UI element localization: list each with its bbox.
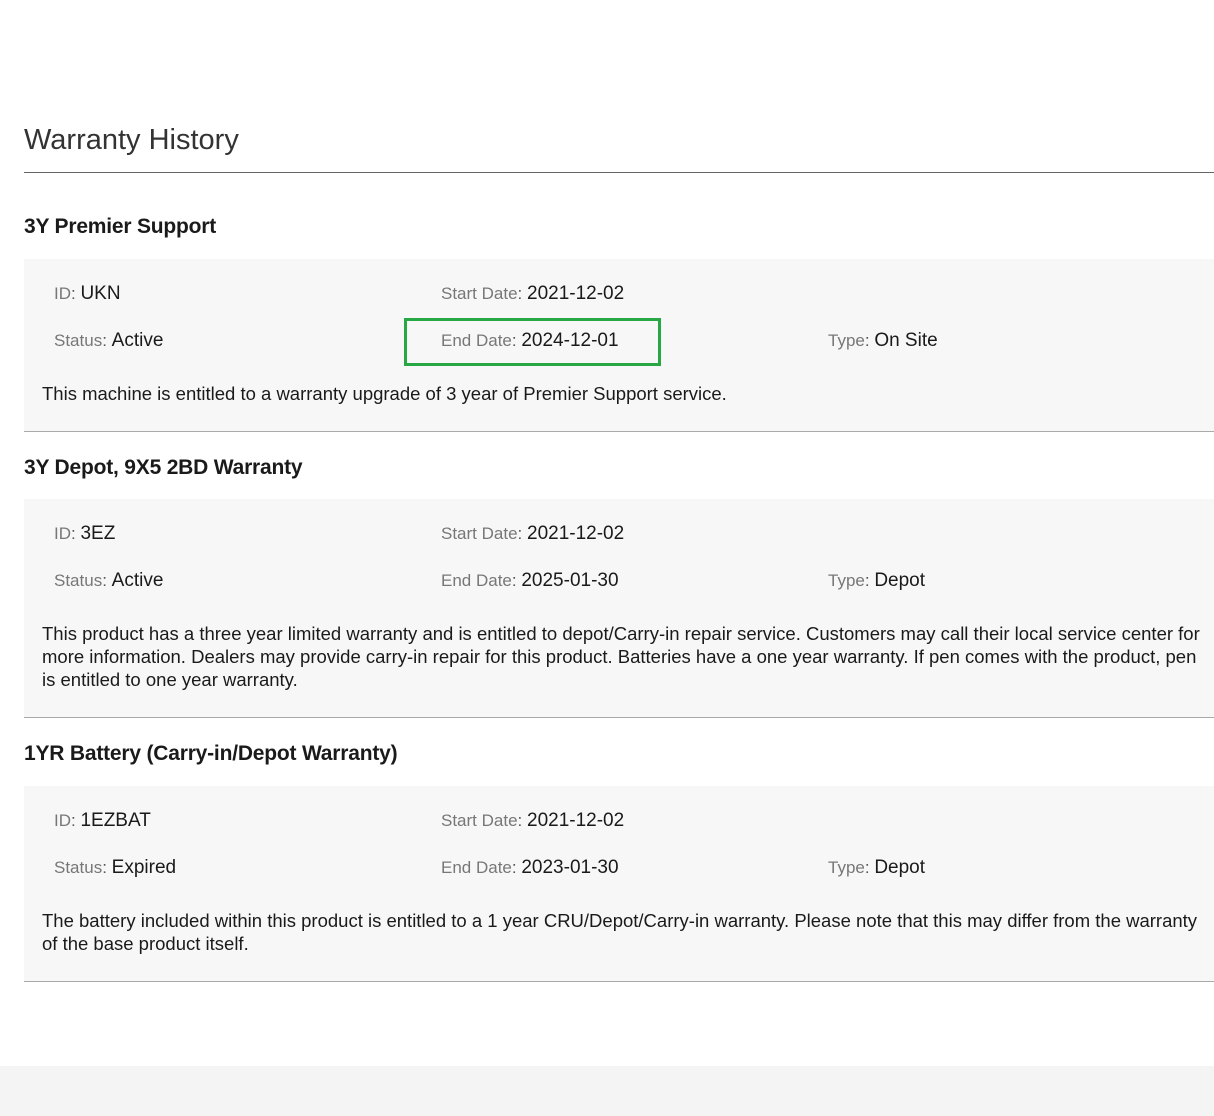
separator: : [864, 858, 875, 877]
id-value: 3EZ [80, 523, 116, 544]
status-label: Status [54, 331, 103, 350]
end-date-field: End Date: 2025-01-30 [441, 568, 619, 594]
type-label: Type [828, 858, 865, 877]
warranty-description: This product has a three year limited wa… [42, 623, 1200, 690]
footer-band [0, 1066, 1214, 1116]
end-date-label: End Date [441, 331, 512, 350]
type-value: Depot [874, 857, 926, 878]
status-value: Active [111, 570, 164, 591]
status-field: Status: Active [54, 568, 163, 594]
separator: : [517, 284, 527, 303]
status-value: Expired [111, 857, 177, 878]
status-field: Status: Expired [54, 855, 176, 881]
start-date-label: Start Date [441, 284, 518, 303]
id-value: UKN [80, 283, 121, 304]
separator: : [517, 811, 527, 830]
type-label: Type [828, 331, 865, 350]
start-date-field: Start Date: 2021-12-02 [441, 808, 624, 834]
title-divider [24, 172, 1214, 173]
type-field: Type: Depot [828, 568, 925, 594]
warranty-title: 1YR Battery (Carry-in/Depot Warranty) [24, 742, 398, 765]
end-date-field: End Date: 2023-01-30 [441, 855, 619, 881]
end-date-field: End Date: 2024-12-01 [441, 328, 619, 354]
separator: : [102, 858, 112, 877]
id-value: 1EZBAT [80, 810, 151, 831]
status-field: Status: Active [54, 328, 163, 354]
type-label: Type [828, 571, 865, 590]
end-date-value: 2024-12-01 [521, 330, 619, 351]
warranty-id-field: ID: 1EZBAT [54, 808, 151, 834]
warranty-details-panel: ID: 1EZBAT Start Date: 2021-12-02 Status… [24, 786, 1214, 981]
separator: : [864, 331, 875, 350]
separator: : [511, 571, 522, 590]
separator: : [102, 331, 112, 350]
end-date-label: End Date [441, 858, 512, 877]
status-value: Active [111, 330, 164, 351]
warranty-title: 3Y Depot, 9X5 2BD Warranty [24, 456, 303, 479]
start-date-field: Start Date: 2021-12-02 [441, 521, 624, 547]
end-date-value: 2023-01-30 [521, 857, 619, 878]
separator: : [517, 524, 527, 543]
warranty-description: This machine is entitled to a warranty u… [42, 383, 727, 404]
separator: : [511, 858, 522, 877]
start-date-value: 2021-12-02 [527, 283, 625, 304]
warranty-id-field: ID: 3EZ [54, 521, 115, 547]
start-date-label: Start Date [441, 811, 518, 830]
separator: : [864, 571, 875, 590]
id-label: ID [54, 811, 71, 830]
type-value: On Site [874, 330, 938, 351]
id-label: ID [54, 284, 71, 303]
warranty-title: 3Y Premier Support [24, 215, 217, 238]
end-date-value: 2025-01-30 [521, 570, 619, 591]
separator: : [511, 331, 522, 350]
type-value: Depot [874, 570, 926, 591]
id-label: ID [54, 524, 71, 543]
end-date-label: End Date [441, 571, 512, 590]
warranty-description: The battery included within this product… [42, 910, 1198, 954]
section-divider [24, 981, 1214, 982]
type-field: Type: Depot [828, 855, 925, 881]
status-label: Status [54, 571, 103, 590]
separator: : [102, 571, 112, 590]
start-date-value: 2021-12-02 [527, 810, 625, 831]
status-label: Status [54, 858, 103, 877]
start-date-label: Start Date [441, 524, 518, 543]
page-title: Warranty History [24, 124, 239, 156]
start-date-value: 2021-12-02 [527, 523, 625, 544]
warranty-details-panel: ID: 3EZ Start Date: 2021-12-02 Status: A… [24, 499, 1214, 717]
type-field: Type: On Site [828, 328, 938, 354]
start-date-field: Start Date: 2021-12-02 [441, 281, 624, 307]
section-divider [24, 717, 1214, 718]
warranty-id-field: ID: UKN [54, 281, 121, 307]
section-divider [24, 431, 1214, 432]
warranty-details-panel: ID: UKN Start Date: 2021-12-02 Status: A… [24, 259, 1214, 431]
